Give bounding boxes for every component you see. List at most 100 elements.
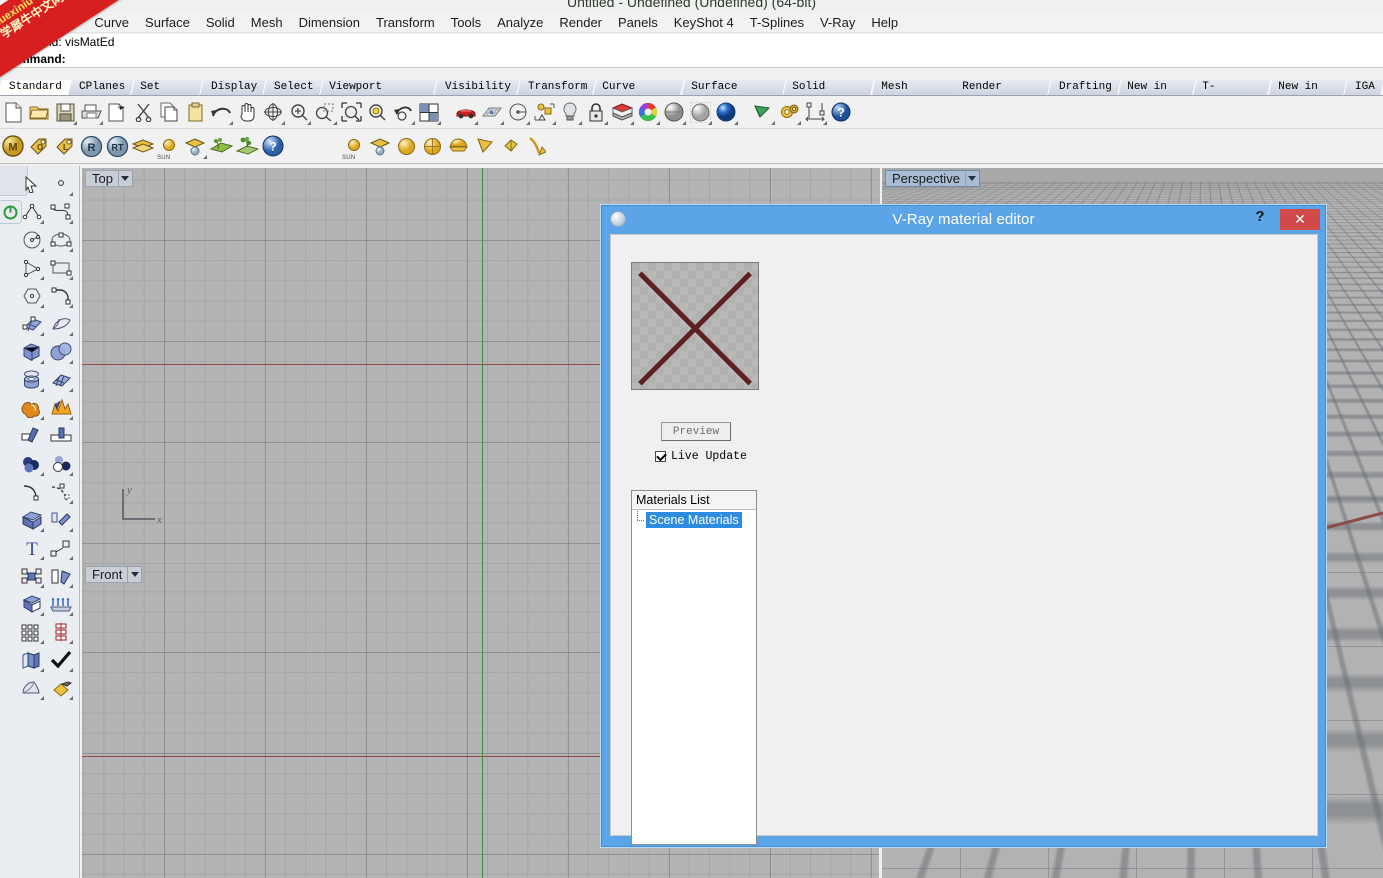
zoom-window-icon[interactable] [312,99,338,126]
vray-ies-light-icon[interactable] [497,133,523,160]
tab-visibility[interactable]: Visibility [434,80,521,95]
menu-solid[interactable]: Solid [198,13,243,32]
camera-icon[interactable] [750,99,776,126]
shaded-sphere-icon[interactable] [661,99,687,126]
viewport-front-label[interactable]: Front [85,566,143,583]
surface-patch-icon[interactable] [46,366,75,394]
mirror-icon[interactable] [46,562,75,590]
tab-transform[interactable]: Transform [517,80,598,95]
array-linear-icon[interactable] [46,590,75,618]
paste-icon[interactable] [182,99,208,126]
point-snap-icon[interactable] [531,99,557,126]
tab-display[interactable]: Display [200,80,267,95]
new-file-icon[interactable] [0,99,26,126]
control-point-curve-icon[interactable] [46,198,75,226]
vray-proxy-tree-icon[interactable] [234,133,260,160]
tab-select[interactable]: Select [263,80,324,95]
sphere-icon[interactable] [46,338,75,366]
menu-analyze[interactable]: Analyze [489,13,551,32]
tab-t-splines[interactable]: T-Splines [1193,80,1273,108]
vray-light-tag-icon[interactable]: L [52,133,78,160]
gears-options-icon[interactable] [776,99,802,126]
select-arrow-icon[interactable] [17,170,46,198]
tab-solid-tools[interactable]: Solid Tools [783,80,876,108]
vray-options-icon[interactable]: O [26,133,52,160]
zoom-in-icon[interactable] [286,99,312,126]
print-icon[interactable] [78,99,104,126]
vray-mesh-light-icon[interactable] [419,133,445,160]
tab-iga[interactable]: IGA [1344,80,1383,95]
tab-new-in-v5[interactable]: New in V5 [1118,80,1198,108]
object-snap-icon[interactable] [505,99,531,126]
vray-sphere-light-icon[interactable] [393,133,419,160]
vray-dome-light-icon[interactable] [367,133,393,160]
vray-layers-icon[interactable] [130,133,156,160]
menu-dimension[interactable]: Dimension [291,13,368,32]
render-car-icon[interactable] [453,99,479,126]
zoom-selected-icon[interactable] [364,99,390,126]
text-object-icon[interactable]: T [17,534,46,562]
offset-curve-icon[interactable] [17,478,46,506]
cap-planar-icon[interactable] [46,506,75,534]
cut-scissors-icon[interactable] [130,99,156,126]
scale-icon[interactable] [46,534,75,562]
live-update-checkbox[interactable]: Live Update [655,450,747,463]
tab-drafting[interactable]: Drafting [1048,80,1122,95]
arc-icon[interactable] [17,254,46,282]
pan-hand-icon[interactable] [234,99,260,126]
menu-help[interactable]: Help [863,13,906,32]
extrude-surface-icon[interactable] [17,590,46,618]
loft-surface-icon[interactable] [46,310,75,338]
tab-render-tools[interactable]: Render Tools [953,80,1052,108]
viewport-layout-icon[interactable] [416,99,442,126]
rendered-sphere-icon[interactable] [713,99,739,126]
material-preview-swatch[interactable] [631,262,759,390]
dialog-titlebar[interactable]: V-Ray material editor ? ✕ [602,206,1325,232]
explode-icon[interactable] [46,394,75,422]
dialog-close-button[interactable]: ✕ [1280,209,1320,230]
dialog-help-button[interactable]: ? [1252,208,1268,225]
layers-icon[interactable] [609,99,635,126]
array-rectangular-icon[interactable] [17,618,46,646]
check-object-icon[interactable] [46,646,75,674]
vray-dome-light-icon[interactable] [182,133,208,160]
surface-from-curves-icon[interactable] [17,310,46,338]
vray-sun-icon[interactable]: SUN [341,133,367,161]
vray-material-editor-icon[interactable]: M [0,133,26,160]
viewport-front-menu-arrow[interactable] [127,567,141,582]
point-icon[interactable] [46,170,75,198]
polyline-icon[interactable] [17,198,46,226]
ghosted-sphere-icon[interactable] [687,99,713,126]
copy-icon[interactable] [156,99,182,126]
fillet-curve-icon[interactable] [46,282,75,310]
menu-tools[interactable]: Tools [443,13,489,32]
boolean-difference-icon[interactable] [46,450,75,478]
vray-help-icon[interactable]: ? [260,133,286,160]
menu-t-splines[interactable]: T-Splines [742,13,812,32]
menu-keyshot-4[interactable]: KeyShot 4 [666,13,742,32]
tab-new-in-v3[interactable]: New in V3 [1269,80,1348,108]
open-folder-icon[interactable] [26,99,52,126]
paint-render-icon[interactable] [46,674,75,702]
materials-list-item[interactable]: Scene Materials [632,511,756,528]
tab-surface-tools[interactable]: Surface Tools [682,80,787,108]
menu-panels[interactable]: Panels [610,13,666,32]
tab-curve-tools[interactable]: Curve Tools [593,80,686,108]
split-icon[interactable] [46,422,75,450]
group-icon[interactable] [17,562,46,590]
light-bulb-icon[interactable] [557,99,583,126]
tab-viewport-layout[interactable]: Viewport Layout [320,80,438,108]
vray-sun-icon[interactable]: SUN [156,133,182,161]
dimension-icon[interactable] [802,99,828,126]
box-icon[interactable] [17,338,46,366]
tab-cplanes[interactable]: CPlanes [68,80,135,95]
vray-plane-icon[interactable] [208,133,234,160]
zoom-extents-icon[interactable] [338,99,364,126]
grid-snap-icon[interactable] [479,99,505,126]
viewport-top-menu-arrow[interactable] [117,171,132,186]
vray-render-rt-icon[interactable]: RT [104,133,130,160]
materials-list-panel[interactable]: Materials List Scene Materials [631,490,757,845]
viewport-top-label[interactable]: Top [85,170,133,187]
viewport-perspective-menu-arrow[interactable] [964,171,979,186]
help-icon[interactable]: ? [828,99,854,126]
